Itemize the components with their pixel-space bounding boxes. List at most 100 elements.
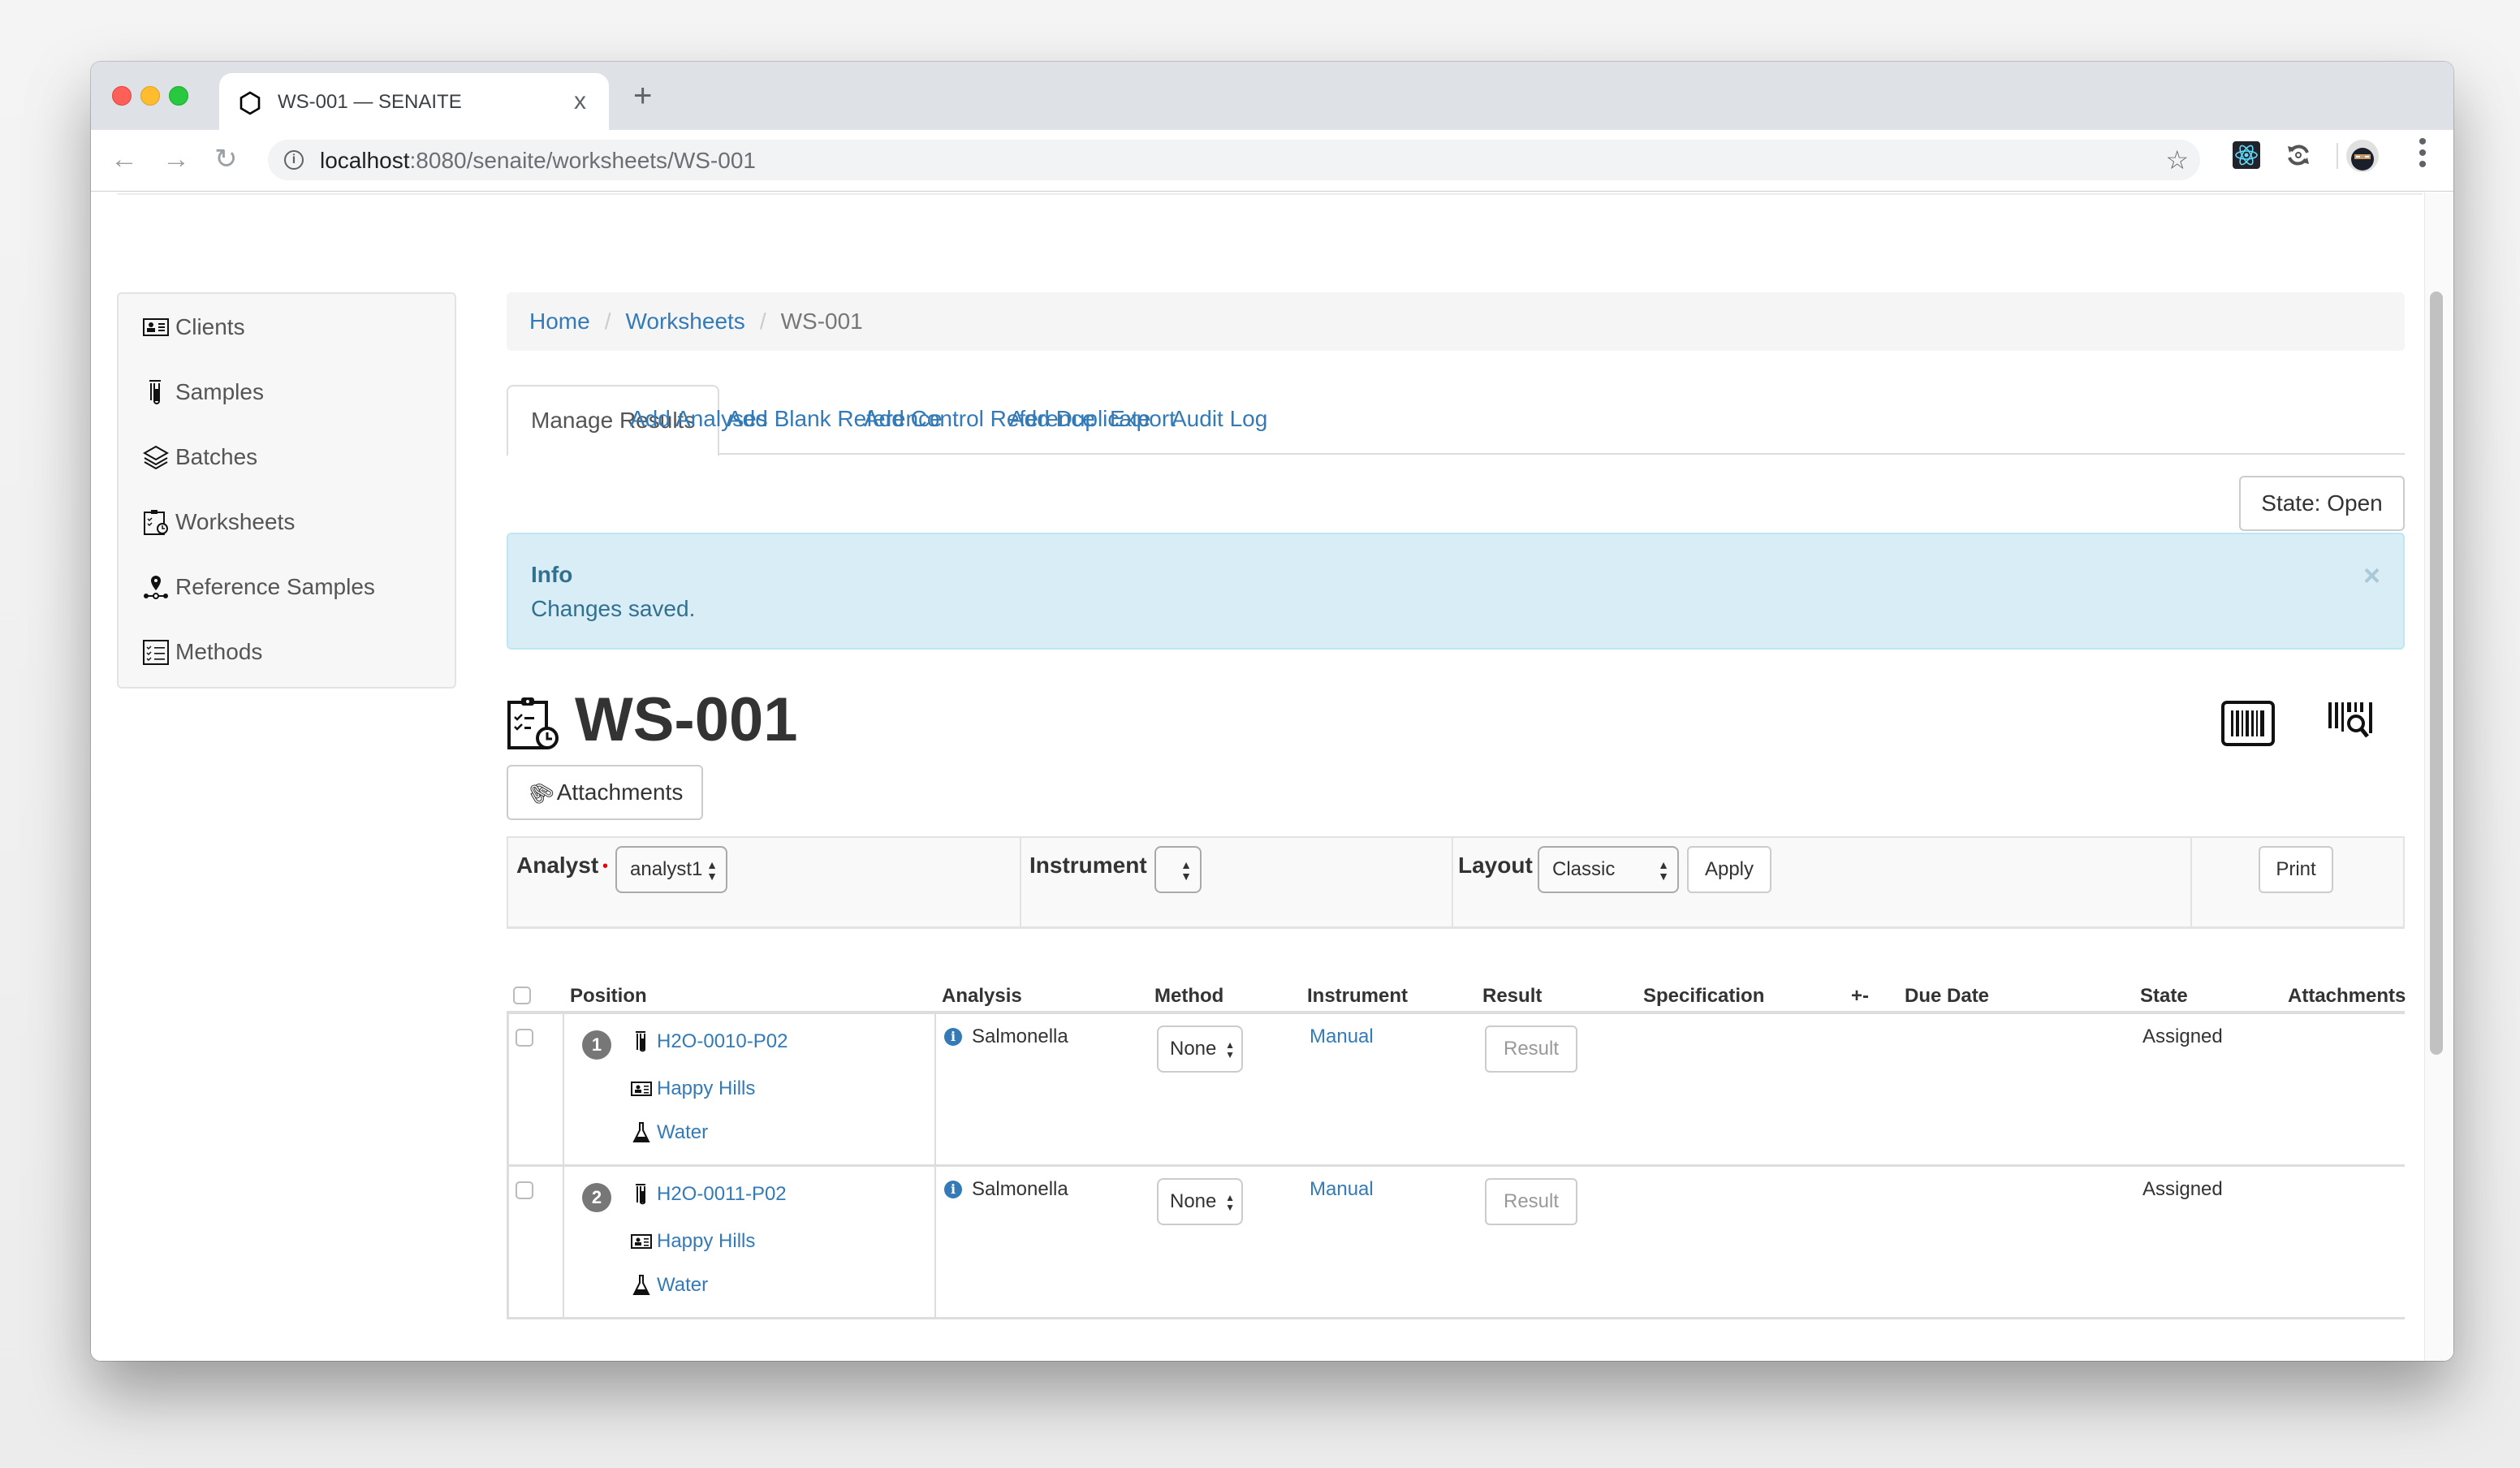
sample-type-link[interactable]: Water [631, 1274, 708, 1297]
site-info-icon[interactable]: i [284, 150, 304, 170]
browser-menu-icon[interactable]: • • • [2414, 130, 2431, 177]
client-link[interactable]: Happy Hills [631, 1077, 755, 1100]
reload-button[interactable]: ↻ [214, 145, 238, 174]
tab-title: WS-001 — SENAITE [278, 91, 462, 113]
breadcrumb-worksheets[interactable]: Worksheets [625, 309, 744, 335]
sample-link[interactable]: H2O-0010-P02 [631, 1030, 788, 1053]
breadcrumb-home[interactable]: Home [529, 309, 590, 335]
minimize-window-button[interactable] [140, 86, 160, 106]
sidebar-item-reference-samples[interactable]: Reference Samples [143, 571, 375, 603]
breadcrumb-separator: / [759, 309, 766, 334]
print-button[interactable]: Print [2259, 846, 2333, 893]
browser-window: WS-001 — SENAITE x + ← → ↻ i localhost:8… [91, 62, 2453, 1361]
tab-audit-log[interactable]: Audit Log [1172, 385, 1267, 455]
column-header-attachments[interactable]: Attachments [2288, 985, 2406, 1008]
address-bar[interactable]: i localhost:8080/senaite/worksheets/WS-0… [268, 140, 2200, 180]
sidebar-item-methods[interactable]: Methods [143, 636, 262, 668]
column-divider [934, 1167, 936, 1319]
info-icon[interactable]: i [944, 1181, 962, 1198]
column-header-method[interactable]: Method [1154, 985, 1223, 1008]
result-input[interactable]: Result [1485, 1178, 1577, 1225]
position-badge: 2 [582, 1183, 611, 1212]
client-name: Happy Hills [657, 1077, 756, 1099]
column-header-position[interactable]: Position [570, 985, 647, 1008]
sidebar-item-clients[interactable]: Clients [143, 311, 245, 343]
apply-button[interactable]: Apply [1687, 846, 1771, 893]
column-header-instrument[interactable]: Instrument [1307, 985, 1408, 1008]
scrollbar-thumb[interactable] [2430, 291, 2443, 1055]
methods-checklist-icon [143, 640, 169, 665]
table-header: Position Analysis Method Instrument Resu… [507, 978, 2406, 1014]
column-header-due-date[interactable]: Due Date [1905, 985, 1989, 1008]
select-arrows-icon: ▲ ▼ [1658, 858, 1669, 883]
instrument-select[interactable]: ▲ ▼ [1154, 846, 1202, 893]
react-devtools-icon[interactable] [2233, 141, 2260, 169]
layout-select[interactable]: Classic ▲ ▼ [1538, 846, 1679, 893]
layout-label: Layout [1458, 853, 1533, 878]
worksheet-clipboard-icon [507, 697, 559, 749]
method-select[interactable]: None ▲ ▼ [1157, 1025, 1243, 1073]
client-link[interactable]: Happy Hills [631, 1230, 755, 1253]
row-checkbox[interactable] [516, 1029, 533, 1047]
sample-type-link[interactable]: Water [631, 1121, 708, 1144]
close-window-button[interactable] [112, 86, 132, 106]
table-row: 1 H2O-0010-P02 Happy Hills Water i Salmo… [507, 1014, 2405, 1167]
url-text[interactable]: localhost:8080/senaite/worksheets/WS-001 [320, 148, 756, 174]
sidebar-item-batches[interactable]: Batches [143, 441, 257, 473]
instrument-link[interactable]: Manual [1310, 1178, 1374, 1201]
alert-close-icon[interactable]: × [2363, 559, 2380, 593]
tab-strip: WS-001 — SENAITE x + [91, 62, 2453, 130]
bookmark-star-icon[interactable]: ☆ [2165, 145, 2189, 175]
tab-close-icon[interactable]: x [574, 88, 586, 115]
analyst-select[interactable]: analyst1 ▲ ▼ [615, 846, 727, 893]
url-host: localhost [320, 148, 410, 173]
tab-export[interactable]: Export [1110, 385, 1176, 455]
column-header-plus-minus[interactable]: +- [1851, 985, 1869, 1008]
layers-icon [143, 445, 169, 470]
column-header-result[interactable]: Result [1482, 985, 1542, 1008]
sidebar-nav: Clients Samples Batches Worksheets Refer… [117, 292, 456, 689]
client-card-icon [631, 1082, 652, 1096]
sync-extension-icon[interactable] [2285, 141, 2312, 169]
back-button[interactable]: ← [110, 145, 138, 174]
paperclip-icon: 🖇 [521, 774, 559, 810]
instrument-link[interactable]: Manual [1310, 1025, 1374, 1048]
toolbar-divider [2337, 143, 2338, 169]
select-all-checkbox[interactable] [513, 987, 531, 1004]
method-value: None [1170, 1190, 1217, 1212]
header-divider [117, 193, 2423, 195]
flask-icon [632, 1275, 650, 1295]
select-arrows-icon: ▲ ▼ [1225, 1039, 1235, 1060]
maximize-window-button[interactable] [169, 86, 188, 106]
alert-title: Info [531, 562, 573, 587]
column-header-analysis[interactable]: Analysis [942, 985, 1022, 1008]
column-header-state[interactable]: State [2140, 985, 2188, 1008]
sidebar-item-samples[interactable]: Samples [143, 376, 264, 408]
info-icon[interactable]: i [944, 1028, 962, 1046]
sidebar-item-label: Clients [175, 314, 245, 339]
analysis-name: Salmonella [972, 1178, 1068, 1200]
pagination-count: 2 / 2 [2358, 1357, 2401, 1361]
forward-button[interactable]: → [162, 145, 190, 174]
browser-toolbar: ← → ↻ i localhost:8080/senaite/worksheet… [91, 130, 2453, 192]
flask-icon [632, 1122, 650, 1142]
sample-link[interactable]: H2O-0011-P02 [631, 1183, 787, 1206]
new-tab-button[interactable]: + [633, 80, 652, 112]
sample-type: Water [657, 1121, 709, 1143]
column-header-specification[interactable]: Specification [1643, 985, 1764, 1008]
test-tube-icon [636, 1184, 645, 1205]
attachments-button[interactable]: 🖇 Attachments [507, 765, 703, 820]
result-input[interactable]: Result [1485, 1025, 1577, 1073]
method-select[interactable]: None ▲ ▼ [1157, 1178, 1243, 1225]
senaite-hexagon-icon [239, 91, 261, 115]
state-button[interactable]: State: Open [2239, 476, 2405, 531]
info-alert: Info Changes saved. × [507, 533, 2405, 650]
barcode-search-icon[interactable] [2327, 701, 2380, 741]
profile-avatar[interactable] [2346, 140, 2379, 172]
page-title: WS-001 [575, 685, 798, 754]
browser-tab[interactable]: WS-001 — SENAITE x [219, 73, 609, 130]
client-card-icon [143, 318, 169, 336]
row-checkbox[interactable] [516, 1181, 533, 1199]
barcode-print-icon[interactable] [2221, 701, 2275, 746]
sidebar-item-worksheets[interactable]: Worksheets [143, 506, 295, 538]
